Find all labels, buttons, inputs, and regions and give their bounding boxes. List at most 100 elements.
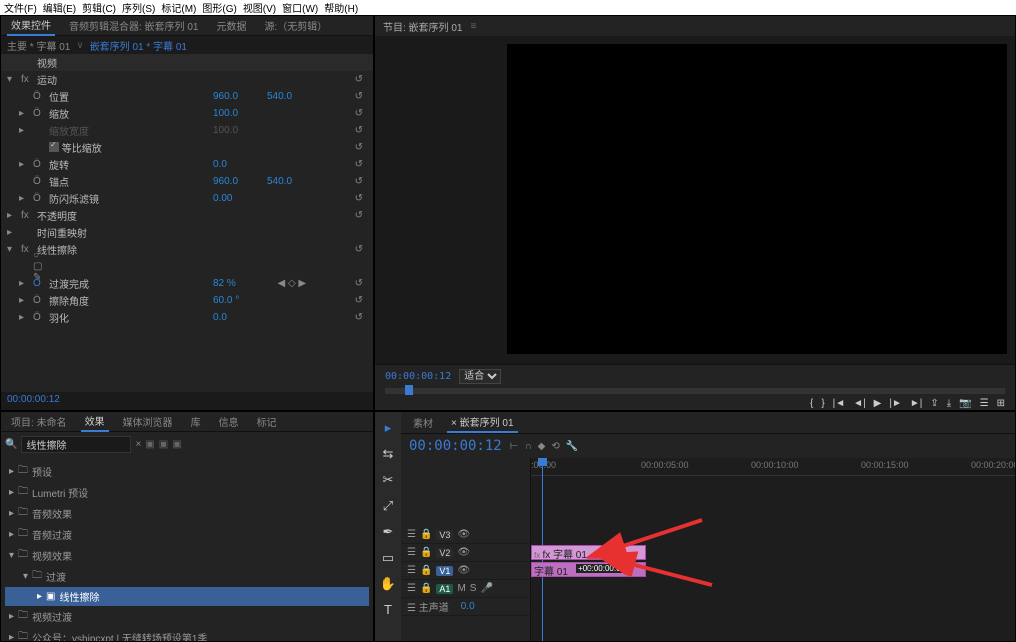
tab[interactable]: 效果 (81, 411, 109, 432)
program-viewer[interactable] (375, 36, 1015, 364)
property-row[interactable]: ▸fx不透明度↺ (1, 207, 373, 224)
tab[interactable]: 素材 (409, 413, 437, 432)
reset-icon[interactable]: ↺ (355, 244, 363, 255)
menu-item[interactable]: 视图(V) (243, 0, 276, 15)
lift-icon[interactable]: ⇪ (930, 398, 938, 409)
step-back-icon[interactable]: ◄| (853, 398, 866, 409)
settings-icon[interactable]: ⊞ (997, 398, 1005, 409)
clip-subtitle-bot[interactable]: 字幕 01 +00:00:00:00 ↖ (531, 562, 646, 577)
property-row[interactable]: ▾fx线性擦除↺ (1, 241, 373, 258)
timeline-tabs[interactable]: 素材 × 嵌套序列 01 (401, 412, 1015, 434)
effect-controls-tabs[interactable]: 效果控件音频剪辑混合器: 嵌套序列 01 元数据源:（无剪辑） (1, 16, 373, 36)
tab[interactable]: 标记 (253, 412, 281, 431)
tool-button[interactable]: ✂ (383, 472, 394, 488)
property-row[interactable]: ▾fx运动↺ (1, 71, 373, 88)
ec-timecode[interactable]: 00:00:00:12 (1, 392, 373, 410)
play-icon[interactable]: ▶ (874, 398, 882, 409)
track-header-audio[interactable]: ☰🔒A1MS🎤 (401, 580, 530, 598)
tree-item[interactable]: ▸🗀音频过渡 (5, 524, 369, 545)
preset-filter-icon-3[interactable]: ▣ (172, 439, 181, 450)
property-row[interactable]: 等比缩放↺ (1, 139, 373, 156)
effects-browser-tabs[interactable]: 项目: 未命名效果媒体浏览器库信息标记 (1, 412, 373, 432)
reset-icon[interactable]: ↺ (355, 312, 363, 323)
reset-icon[interactable]: ↺ (355, 278, 363, 289)
property-row[interactable]: Ö锚点960.0540.0↺ (1, 173, 373, 190)
tab[interactable]: 媒体浏览器 (119, 412, 177, 431)
goto-in-icon[interactable]: |◄ (833, 398, 846, 409)
tab[interactable]: 信息 (215, 412, 243, 431)
reset-icon[interactable]: ↺ (355, 295, 363, 306)
menu-item[interactable]: 序列(S) (122, 0, 155, 15)
effect-controls-list[interactable]: 视频▾fx运动↺Ö位置960.0540.0↺▸Ö缩放100.0↺▸缩放宽度100… (1, 54, 373, 404)
goto-out-icon[interactable]: ►| (910, 398, 923, 409)
reset-icon[interactable]: ↺ (355, 159, 363, 170)
tree-item[interactable]: ▸🗀公众号：yshipcxpt | 无缝转场预设第1季 (5, 627, 369, 642)
reset-icon[interactable]: ↺ (355, 74, 363, 85)
track-header-video[interactable]: ☰🔒V2👁 (401, 544, 530, 562)
timeline-ruler[interactable]: :00:0000:00:05:0000:00:10:0000:00:15:000… (531, 458, 1015, 476)
marker-icon[interactable]: ◆ (538, 441, 546, 452)
tool-button[interactable]: ⤢ (383, 498, 393, 514)
tool-button[interactable]: T (384, 602, 392, 617)
property-row[interactable]: ○ ▢ ✎ (1, 258, 373, 275)
property-row[interactable]: ▸Ö缩放100.0↺ (1, 105, 373, 122)
timeline-tc[interactable]: 00:00:00:12 (409, 438, 502, 454)
property-row[interactable]: ▸缩放宽度100.0↺ (1, 122, 373, 139)
property-row[interactable]: ▸Ö过渡完成82 %◀ ◇ ▶↺ (1, 275, 373, 292)
track-headers[interactable]: ☰🔒V3👁☰🔒V2👁☰🔒V1👁☰🔒A1MS🎤☰ 主声道0.0 (401, 458, 531, 641)
menu-item[interactable]: 图形(G) (202, 0, 236, 15)
tree-item[interactable]: ▸🗀预设 (5, 461, 369, 482)
mark-in-icon[interactable]: { (810, 398, 813, 409)
menu-item[interactable]: 窗口(W) (282, 0, 318, 15)
property-row[interactable]: 视频 (1, 54, 373, 71)
comparison-icon[interactable]: ☰ (980, 398, 989, 409)
tool-palette[interactable]: ▸⇆✂⤢✒▭✋T (375, 412, 401, 641)
reset-icon[interactable]: ↺ (355, 193, 363, 204)
tool-button[interactable]: ▸ (385, 420, 392, 436)
property-row[interactable]: ▸Ö羽化0.0↺ (1, 309, 373, 326)
property-row[interactable]: Ö位置960.0540.0↺ (1, 88, 373, 105)
property-row[interactable]: ▸Ö擦除角度60.0 °↺ (1, 292, 373, 309)
menu-item[interactable]: 剪辑(C) (82, 0, 116, 15)
step-fwd-icon[interactable]: |► (889, 398, 902, 409)
tab[interactable]: 项目: 未命名 (7, 412, 71, 431)
tab[interactable]: 元数据 (212, 16, 250, 35)
track-header-video[interactable]: ☰🔒V3👁 (401, 526, 530, 544)
tool-button[interactable]: ▭ (382, 550, 394, 566)
reset-icon[interactable]: ↺ (355, 142, 363, 153)
tab[interactable]: × 嵌套序列 01 (447, 412, 518, 433)
tool-button[interactable]: ✋ (380, 576, 396, 592)
tree-item[interactable]: ▸🗀音频效果 (5, 503, 369, 524)
tab[interactable]: 效果控件 (7, 15, 55, 36)
tree-item[interactable]: ▸🗀Lumetri 预设 (5, 482, 369, 503)
master-track[interactable]: ☰ 主声道0.0 (401, 598, 530, 616)
tree-item[interactable]: ▾🗀视频效果 (5, 545, 369, 566)
clear-search-icon[interactable]: × (135, 439, 141, 450)
snap-icon[interactable]: ⊢ (510, 441, 519, 452)
reset-icon[interactable]: ↺ (355, 210, 363, 221)
menu-item[interactable]: 文件(F) (4, 0, 37, 15)
tab[interactable]: 源:（无剪辑） (260, 16, 331, 35)
settings-icon[interactable]: ⟲ (551, 441, 559, 452)
reset-icon[interactable]: ↺ (355, 176, 363, 187)
preset-filter-icon-2[interactable]: ▣ (159, 439, 168, 450)
export-frame-icon[interactable]: 📷 (959, 398, 971, 409)
property-row[interactable]: ▸时间重映射 (1, 224, 373, 241)
extract-icon[interactable]: ⤓ (947, 398, 951, 409)
clip-subtitle-top[interactable]: fx fx 字幕 01 (531, 545, 646, 560)
property-row[interactable]: ▸Ö旋转0.0↺ (1, 156, 373, 173)
effects-search-input[interactable] (21, 436, 131, 453)
tab[interactable]: 库 (187, 412, 205, 431)
program-tc[interactable]: 00:00:00:12 (385, 371, 451, 382)
tab[interactable]: 音频剪辑混合器: 嵌套序列 01 (65, 16, 202, 35)
reset-icon[interactable]: ↺ (355, 125, 363, 136)
tree-item[interactable]: ▸🗀视频过渡 (5, 606, 369, 627)
playhead-marker[interactable] (405, 385, 413, 395)
tool-button[interactable]: ⇆ (383, 446, 394, 462)
menu-item[interactable]: 帮助(H) (324, 0, 358, 15)
track-header-video[interactable]: ☰🔒V1👁 (401, 562, 530, 580)
menu-item[interactable]: 编辑(E) (43, 0, 76, 15)
tree-item[interactable]: ▸▣线性擦除 (5, 587, 369, 606)
tree-item[interactable]: ▾🗀过渡 (5, 566, 369, 587)
effects-tree[interactable]: ▸🗀预设▸🗀Lumetri 预设▸🗀音频效果▸🗀音频过渡▾🗀视频效果▾🗀过渡▸▣… (1, 457, 373, 642)
